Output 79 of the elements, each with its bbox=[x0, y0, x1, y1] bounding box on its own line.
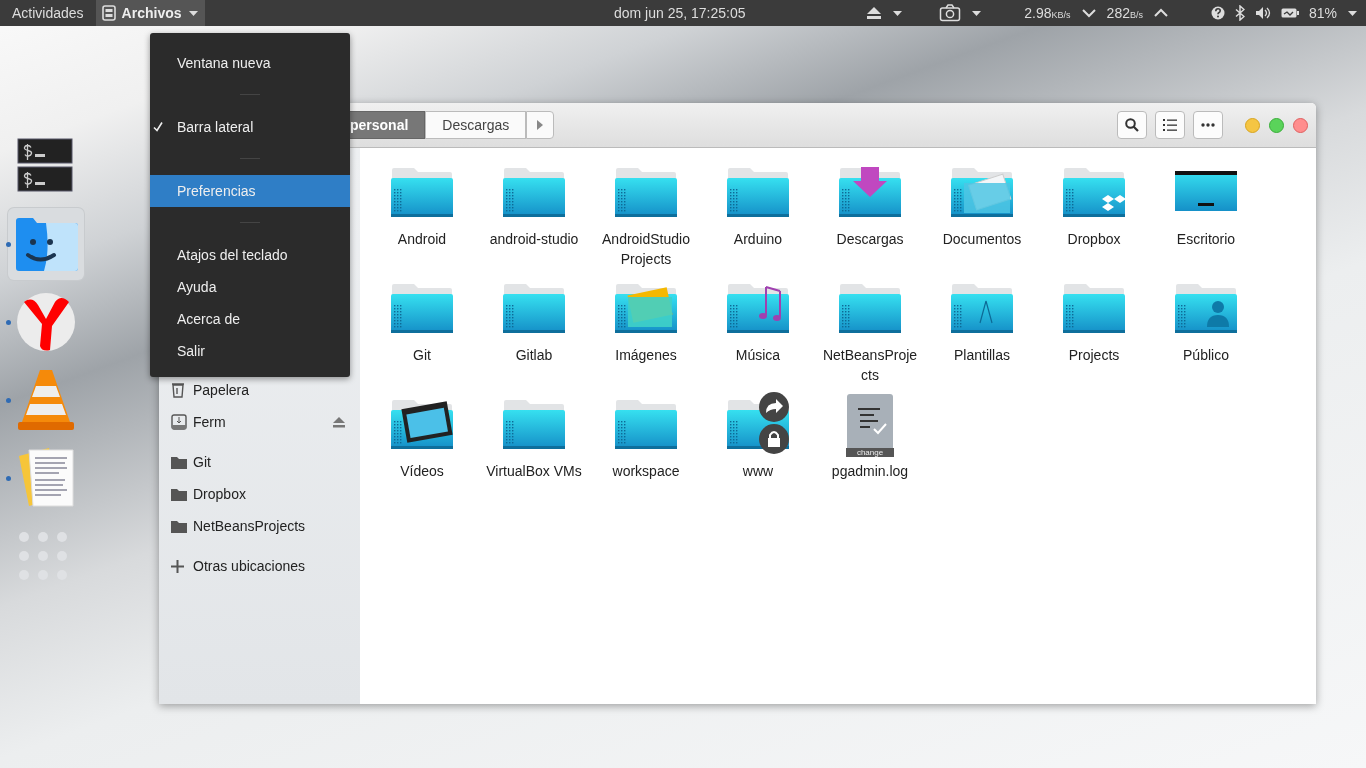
download-speed: 2.98KB/s bbox=[1024, 5, 1071, 21]
list-view-button[interactable] bbox=[1155, 111, 1185, 139]
volume-icon bbox=[1254, 6, 1271, 20]
triangle-right-icon bbox=[537, 120, 544, 130]
file-item[interactable]: Git bbox=[366, 277, 478, 393]
file-item[interactable]: Imágenes bbox=[590, 277, 702, 393]
chevron-up-icon bbox=[1152, 8, 1169, 18]
drive-icon bbox=[171, 414, 187, 430]
file-item[interactable]: www bbox=[702, 393, 814, 509]
file-badge: change bbox=[846, 448, 894, 457]
file-item[interactable]: AndroidStudio Projects bbox=[590, 161, 702, 277]
scroll-right-button[interactable] bbox=[526, 111, 555, 139]
file-item[interactable]: Android bbox=[366, 161, 478, 277]
search-icon bbox=[1125, 118, 1139, 132]
cabinet-icon bbox=[101, 5, 116, 21]
plus-icon bbox=[171, 559, 184, 573]
eject-icon bbox=[866, 6, 883, 20]
path-button[interactable]: Descargas bbox=[425, 111, 527, 139]
maximize-button[interactable] bbox=[1269, 117, 1284, 133]
checkmark-icon bbox=[153, 122, 163, 132]
sidebar-item[interactable]: Ferm bbox=[159, 406, 360, 438]
sidebar-item[interactable]: Dropbox bbox=[159, 478, 360, 510]
dock-item[interactable] bbox=[8, 208, 84, 280]
sidebar-item[interactable]: Papelera bbox=[159, 374, 360, 406]
file-item[interactable]: Documentos bbox=[926, 161, 1038, 277]
menu-item[interactable]: Atajos del teclado bbox=[150, 239, 350, 271]
search-button[interactable] bbox=[1117, 111, 1147, 139]
file-item[interactable]: Projects bbox=[1038, 277, 1150, 393]
battery-icon bbox=[1280, 7, 1299, 19]
folder-icon bbox=[171, 455, 187, 469]
menu-item[interactable]: Ventana nueva bbox=[150, 47, 350, 79]
file-item[interactable]: change pgadmin.log bbox=[814, 393, 926, 509]
chevron-down-icon bbox=[1080, 8, 1097, 18]
file-item[interactable]: Plantillas bbox=[926, 277, 1038, 393]
file-item[interactable]: Escritorio bbox=[1150, 161, 1262, 277]
file-item[interactable]: Arduino bbox=[702, 161, 814, 277]
y-letter-logo-icon bbox=[16, 292, 76, 352]
caret-icon bbox=[971, 8, 983, 18]
minimize-button[interactable] bbox=[1245, 117, 1260, 133]
app-menu-button[interactable]: Archivos bbox=[95, 0, 205, 26]
caret-icon bbox=[187, 8, 199, 18]
more-options-button[interactable] bbox=[1193, 111, 1223, 139]
file-item[interactable]: Vídeos bbox=[366, 393, 478, 509]
file-item[interactable]: Gitlab bbox=[478, 277, 590, 393]
file-item[interactable]: NetBeansProjects bbox=[814, 277, 926, 393]
menu-item[interactable]: Ayuda bbox=[150, 271, 350, 303]
smiling-face-folder-icon bbox=[14, 217, 78, 271]
file-item[interactable]: android-studio bbox=[478, 161, 590, 277]
camera-icon bbox=[939, 4, 962, 22]
sidebar-item[interactable]: Git bbox=[159, 446, 360, 478]
caret-icon bbox=[1347, 8, 1358, 18]
menu-item[interactable]: Preferencias bbox=[150, 175, 350, 207]
file-item[interactable]: Dropbox bbox=[1038, 161, 1150, 277]
file-item[interactable]: VirtualBox VMs bbox=[478, 393, 590, 509]
help-icon bbox=[1210, 6, 1225, 20]
close-button[interactable] bbox=[1293, 117, 1308, 133]
sidebar-item[interactable]: NetBeansProjects bbox=[159, 510, 360, 542]
sidebar-item[interactable]: Otras ubicaciones bbox=[159, 550, 360, 582]
terminal-icon bbox=[17, 137, 75, 195]
folder-icon bbox=[171, 487, 187, 501]
lock-icon bbox=[758, 423, 790, 455]
battery-percentage: 81% bbox=[1308, 5, 1337, 21]
menu-item[interactable]: Salir bbox=[150, 335, 350, 367]
clock[interactable]: dom jun 25, 17:25:05 bbox=[614, 5, 746, 21]
eject-icon[interactable] bbox=[332, 416, 346, 428]
file-item[interactable]: workspace bbox=[590, 393, 702, 509]
menu-item[interactable]: Acerca de bbox=[150, 303, 350, 335]
bluetooth-icon bbox=[1234, 5, 1245, 21]
file-item[interactable]: Descargas bbox=[814, 161, 926, 277]
traffic-cone-icon bbox=[17, 368, 75, 432]
list-icon bbox=[1163, 119, 1177, 131]
file-item[interactable]: Música bbox=[702, 277, 814, 393]
trash-icon bbox=[171, 382, 185, 398]
upload-speed: 282B/s bbox=[1106, 5, 1143, 21]
caret-icon bbox=[892, 8, 904, 18]
activities-button[interactable]: Actividades bbox=[0, 5, 96, 21]
dots-icon bbox=[1201, 123, 1215, 127]
file-item[interactable]: Público bbox=[1150, 277, 1262, 393]
folder-icon bbox=[171, 519, 187, 533]
